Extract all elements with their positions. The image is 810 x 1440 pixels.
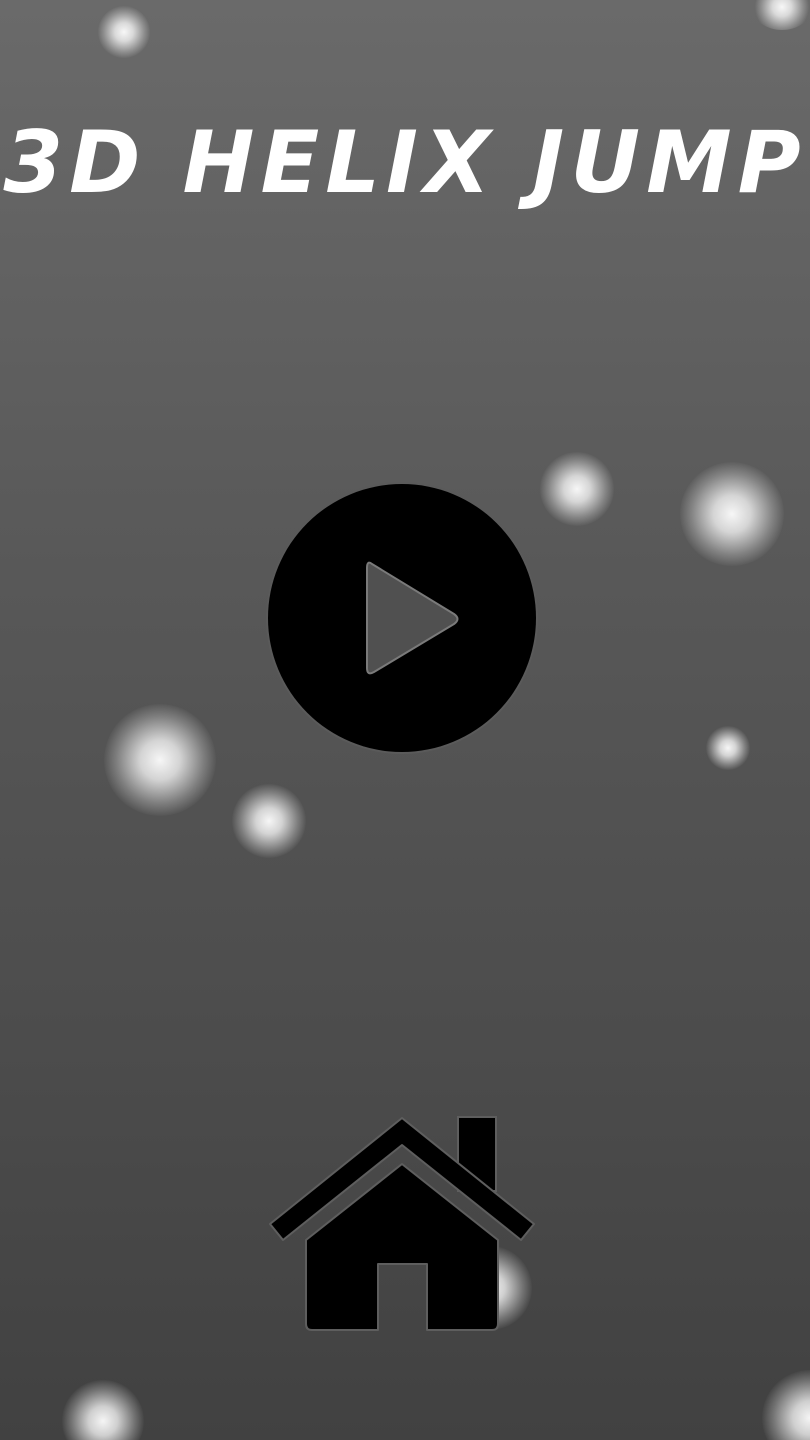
game-title: 3D HELIX JUMP (3, 113, 807, 213)
glow-particle (752, 0, 810, 30)
glow-particle (232, 784, 306, 858)
glow-particle (762, 1370, 810, 1440)
glow-particle (104, 704, 216, 816)
home-button[interactable] (266, 1112, 538, 1334)
glow-particle (706, 726, 750, 770)
glow-particle (62, 1380, 144, 1440)
play-icon (366, 561, 459, 675)
game-menu-screen: 3D HELIX JUMP (0, 0, 810, 1440)
play-button[interactable] (268, 484, 536, 752)
home-icon (269, 1116, 535, 1331)
glow-particle (98, 6, 150, 58)
glow-particle (540, 452, 614, 526)
glow-particle (680, 462, 784, 566)
